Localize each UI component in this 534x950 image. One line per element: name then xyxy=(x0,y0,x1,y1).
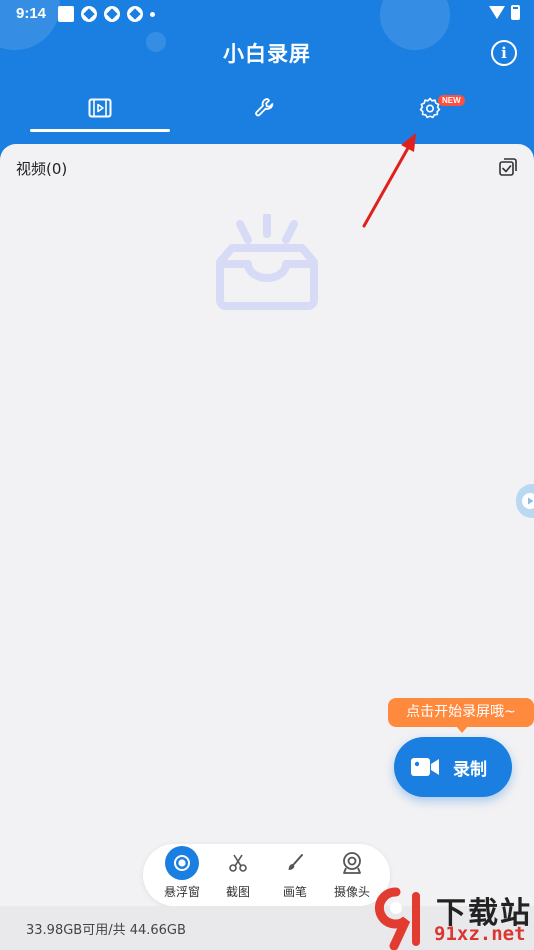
tool-floating-window[interactable]: 悬浮窗 xyxy=(157,846,207,904)
notification-square-icon xyxy=(58,6,74,22)
tool-screenshot[interactable]: 截图 xyxy=(213,846,263,904)
site-watermark: 下载站 91xz.net xyxy=(366,884,534,950)
floating-window-icon xyxy=(165,846,199,880)
wifi-icon xyxy=(489,6,505,19)
more-notifications-dot-icon xyxy=(150,11,155,17)
storage-info: 33.98GB可用/共 44.66GB xyxy=(26,923,186,938)
status-time: 9:14 xyxy=(16,5,47,22)
notification-app-icon xyxy=(104,6,120,22)
webcam-icon xyxy=(335,846,369,880)
tool-label: 截图 xyxy=(225,885,250,899)
tab-indicator xyxy=(30,129,170,132)
watermark-logo-icon xyxy=(374,887,420,950)
empty-inbox-icon xyxy=(216,214,318,310)
new-badge: NEW xyxy=(438,95,465,106)
tab-tools[interactable] xyxy=(195,88,335,128)
status-right xyxy=(489,5,520,20)
status-bar: 9:14 xyxy=(0,0,534,28)
app-title: 小白录屏 xyxy=(223,42,311,66)
video-camera-icon xyxy=(411,758,439,776)
notification-icons xyxy=(58,6,155,22)
watermark-url: 91xz.net xyxy=(434,923,526,945)
tool-brush[interactable]: 画笔 xyxy=(270,846,320,904)
scissors-icon xyxy=(221,846,255,880)
app-header: 9:14 小白录屏 i NEW xyxy=(0,0,534,160)
multi-select-icon[interactable] xyxy=(498,157,518,177)
tool-label: 悬浮窗 xyxy=(163,885,200,899)
video-count-label: 视频(0) xyxy=(16,160,68,178)
record-button[interactable]: 录制 xyxy=(394,737,512,797)
floating-record-icon xyxy=(522,493,534,509)
notification-app-icon xyxy=(127,6,143,22)
notification-app-icon xyxy=(81,6,97,22)
wrench-icon xyxy=(255,98,274,117)
video-list-icon xyxy=(88,98,112,118)
video-list-panel: 视频(0) 点击开始录屏哦~ 录制 悬浮窗 截图 画笔 摄像头 33.98GB可… xyxy=(0,144,534,950)
floating-ball-handle[interactable] xyxy=(516,484,534,518)
bottom-toolbar: 悬浮窗 截图 画笔 摄像头 xyxy=(143,844,390,906)
tool-label: 画笔 xyxy=(282,885,307,899)
record-button-label: 录制 xyxy=(453,759,487,780)
tab-videos[interactable] xyxy=(30,88,170,128)
tool-label: 摄像头 xyxy=(333,885,370,899)
info-icon[interactable]: i xyxy=(491,40,517,66)
tab-settings[interactable] xyxy=(360,88,500,128)
record-hint-tooltip: 点击开始录屏哦~ xyxy=(388,698,534,733)
battery-icon xyxy=(511,5,520,20)
brush-icon xyxy=(278,846,312,880)
